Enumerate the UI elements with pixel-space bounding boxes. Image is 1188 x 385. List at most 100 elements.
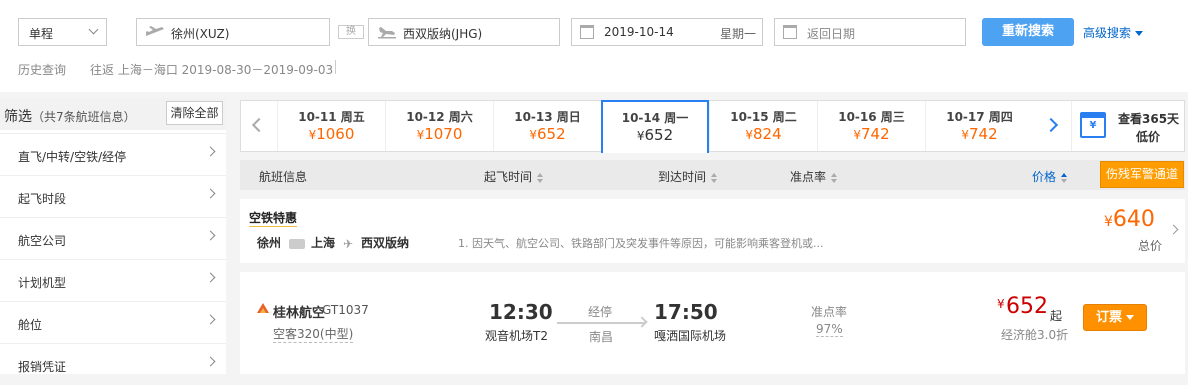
filter-item-transfer[interactable]: 直飞/中转/空铁/经停 bbox=[0, 133, 226, 175]
price-value: 652 bbox=[537, 125, 566, 143]
flight-price: 652 bbox=[1006, 294, 1048, 319]
currency-symbol: ¥ bbox=[997, 297, 1005, 311]
advanced-search-link[interactable]: 高级搜索 bbox=[1083, 24, 1144, 41]
swap-cities-button[interactable]: 换 bbox=[338, 25, 364, 39]
calendar-365-line2: 低价 bbox=[1136, 130, 1161, 144]
advanced-search-label: 高级搜索 bbox=[1083, 26, 1132, 40]
history-item[interactable]: 往返 上海－海口 2019-08-30－2019-09-03 bbox=[90, 61, 333, 78]
prev-dates-button[interactable] bbox=[241, 101, 277, 151]
col-on-time-label: 准点率 bbox=[790, 170, 827, 184]
to-city-input[interactable]: 西双版纳(JHG) bbox=[368, 18, 560, 46]
price-value: 640 bbox=[1112, 207, 1155, 232]
date-cell[interactable]: 10-16 周三 ¥742 bbox=[817, 101, 925, 151]
filter-item-depart-time[interactable]: 起飞时段 bbox=[0, 175, 226, 217]
filter-item-label: 直飞/中转/空铁/经停 bbox=[18, 150, 127, 164]
date-cell-price: ¥824 bbox=[710, 125, 817, 143]
date-cell-date: 10-13 周日 bbox=[514, 110, 581, 124]
date-cell[interactable]: 10-17 周四 ¥742 bbox=[925, 101, 1033, 151]
price-value: 1060 bbox=[316, 125, 355, 143]
cabin-discount: 经济舱3.0折 bbox=[1001, 328, 1069, 342]
date-cell[interactable]: 10-13 周日 ¥652 bbox=[493, 101, 601, 151]
sort-depart-time[interactable]: 起飞时间 bbox=[484, 168, 544, 185]
landing-icon bbox=[378, 27, 396, 39]
col-price-label: 价格 bbox=[1032, 170, 1057, 184]
train-icon bbox=[289, 238, 306, 249]
airline-name: 桂林航空 bbox=[273, 306, 326, 321]
results-header: 航班信息 起飞时间 到达时间 准点率 价格 bbox=[240, 160, 1185, 190]
plane-icon: ✈ bbox=[343, 236, 354, 251]
history-label: 历史查询 bbox=[18, 63, 67, 77]
sort-icon bbox=[537, 172, 544, 183]
date-cell-price: ¥742 bbox=[926, 125, 1033, 143]
next-dates-button[interactable] bbox=[1033, 101, 1069, 151]
filter-item-cabin[interactable]: 舱位 bbox=[0, 301, 226, 343]
on-time-label: 准点率 bbox=[811, 305, 848, 319]
filter-item-label: 报销凭证 bbox=[18, 360, 67, 374]
chevron-right-icon bbox=[1043, 117, 1059, 133]
chevron-right-icon bbox=[1168, 224, 1179, 235]
trip-type-select[interactable]: 单程 bbox=[18, 18, 107, 46]
date-cell[interactable]: 10-12 周六 ¥1070 bbox=[385, 101, 493, 151]
currency-symbol: ¥ bbox=[853, 128, 861, 142]
chevron-right-icon bbox=[205, 356, 216, 367]
arrive-time: 17:50 bbox=[654, 300, 718, 324]
calendar-365-link[interactable]: ¥ 查看365天 低价 bbox=[1071, 101, 1185, 151]
chevron-right-icon bbox=[205, 314, 216, 325]
route-arrow-line bbox=[557, 322, 645, 324]
on-time-value[interactable]: 97% bbox=[816, 322, 843, 337]
date-cell-date: 10-16 周三 bbox=[838, 110, 905, 124]
aircraft-type[interactable]: 空客320(中型) bbox=[273, 325, 354, 343]
calendar-icon bbox=[783, 25, 797, 39]
return-date-input[interactable]: 返回日期 bbox=[774, 18, 966, 46]
sort-arrive-time[interactable]: 到达时间 bbox=[658, 168, 718, 185]
date-cell-selected[interactable]: 10-14 周一 ¥652 bbox=[601, 100, 709, 153]
price-value: 742 bbox=[969, 125, 998, 143]
depart-date-input[interactable]: 2019-10-14 星期一 bbox=[571, 18, 763, 46]
clear-all-button[interactable]: 清除全部 bbox=[166, 101, 223, 125]
return-date-placeholder: 返回日期 bbox=[807, 27, 856, 41]
currency-symbol: ¥ bbox=[745, 128, 753, 142]
col-depart-time-label: 起飞时间 bbox=[484, 170, 533, 184]
date-cell[interactable]: 10-11 周五 ¥1060 bbox=[277, 101, 385, 151]
depart-time: 12:30 bbox=[489, 300, 553, 324]
air-rail-total-label: 总价 bbox=[1138, 239, 1163, 253]
date-cell-price: ¥742 bbox=[818, 125, 925, 143]
filter-item-label: 计划机型 bbox=[18, 276, 67, 290]
price-value: 742 bbox=[861, 125, 890, 143]
route-via: 上海 bbox=[311, 236, 336, 250]
from-city-input[interactable]: 徐州(XUZ) bbox=[136, 18, 330, 46]
flight-row: 桂林航空 GT1037 空客320(中型) 12:30 观音机场T2 经停 南昌… bbox=[240, 272, 1185, 374]
route-from: 徐州 bbox=[257, 236, 282, 250]
currency-symbol: ¥ bbox=[961, 128, 969, 142]
caret-down-icon bbox=[1135, 31, 1144, 36]
to-city-value: 西双版纳(JHG) bbox=[403, 27, 483, 41]
stop-city: 南昌 bbox=[589, 330, 614, 344]
filter-item-aircraft[interactable]: 计划机型 bbox=[0, 259, 226, 301]
chevron-right-icon bbox=[205, 188, 216, 199]
depart-date-value: 2019-10-14 bbox=[604, 25, 674, 39]
filter-header: 筛选（共7条航班信息） 清除全部 bbox=[0, 98, 226, 130]
sort-price[interactable]: 价格 bbox=[1032, 168, 1068, 185]
filter-item-label: 航空公司 bbox=[18, 234, 67, 248]
route-to: 西双版纳 bbox=[361, 236, 410, 250]
filter-item-label: 起飞时段 bbox=[18, 192, 67, 206]
depart-weekday: 星期一 bbox=[719, 27, 756, 41]
date-cell-date: 10-15 周二 bbox=[730, 110, 797, 124]
date-cell-date: 10-12 周六 bbox=[406, 110, 473, 124]
military-channel-button[interactable]: 伤残军警通道 bbox=[1100, 161, 1184, 188]
filter-item-receipt[interactable]: 报销凭证 bbox=[0, 343, 226, 385]
book-button[interactable]: 订票 bbox=[1083, 304, 1147, 331]
filter-sidebar: 筛选（共7条航班信息） 清除全部 直飞/中转/空铁/经停 起飞时段 航空公司 计… bbox=[0, 98, 226, 374]
filter-item-airline[interactable]: 航空公司 bbox=[0, 217, 226, 259]
divider bbox=[335, 60, 336, 74]
air-rail-note: 1. 因天气、航空公司、铁路部门及突发事件等原因，可能影响乘客登机或... bbox=[458, 237, 824, 250]
filter-title: 筛选（共7条航班信息） bbox=[4, 106, 136, 126]
research-button[interactable]: 重新搜索 bbox=[982, 18, 1074, 46]
date-cell[interactable]: 10-15 周二 ¥824 bbox=[709, 101, 817, 151]
sort-on-time[interactable]: 准点率 bbox=[790, 168, 838, 185]
date-cell-price: ¥652 bbox=[603, 126, 707, 144]
air-rail-card[interactable]: 空铁特惠 徐州 上海 ✈ 西双版纳 1. 因天气、航空公司、铁路部门及突发事件等原因，… bbox=[240, 199, 1185, 263]
air-rail-route: 徐州 上海 ✈ 西双版纳 bbox=[257, 234, 415, 251]
col-arrive-time-label: 到达时间 bbox=[658, 170, 707, 184]
flight-number: GT1037 bbox=[322, 303, 369, 317]
